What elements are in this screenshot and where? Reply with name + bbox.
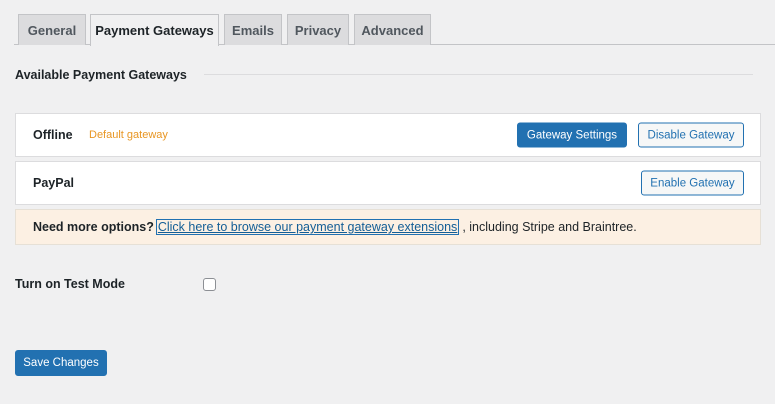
settings-tab-bar: General Payment Gateways Emails Privacy … <box>0 0 775 46</box>
section-title: Available Payment Gateways <box>15 68 187 82</box>
gateway-settings-button[interactable]: Gateway Settings <box>517 122 627 148</box>
disable-gateway-button[interactable]: Disable Gateway <box>638 122 744 148</box>
gateway-row-offline: Offline Default gateway Gateway Settings… <box>15 113 761 157</box>
gateway-name: Offline <box>33 128 73 142</box>
test-mode-checkbox[interactable] <box>203 278 216 291</box>
tab-emails[interactable]: Emails <box>224 14 282 45</box>
default-gateway-badge: Default gateway <box>89 129 168 141</box>
gateway-name: PayPal <box>33 176 75 190</box>
section-divider <box>204 74 753 75</box>
tab-general[interactable]: General <box>18 14 86 45</box>
browse-extensions-link[interactable]: Click here to browse our payment gateway… <box>155 219 460 235</box>
save-changes-button[interactable]: Save Changes <box>15 350 107 376</box>
more-options-notice: Need more options? Click here to browse … <box>15 209 761 245</box>
notice-trail: , including Stripe and Braintree. <box>462 220 637 234</box>
enable-gateway-button[interactable]: Enable Gateway <box>641 170 744 196</box>
test-mode-label: Turn on Test Mode <box>15 277 125 291</box>
tab-payment-gateways[interactable]: Payment Gateways <box>90 14 219 46</box>
tab-privacy[interactable]: Privacy <box>287 14 349 45</box>
notice-lead: Need more options? <box>33 220 154 234</box>
tab-advanced[interactable]: Advanced <box>354 14 431 45</box>
gateway-row-paypal: PayPal Enable Gateway <box>15 161 761 205</box>
